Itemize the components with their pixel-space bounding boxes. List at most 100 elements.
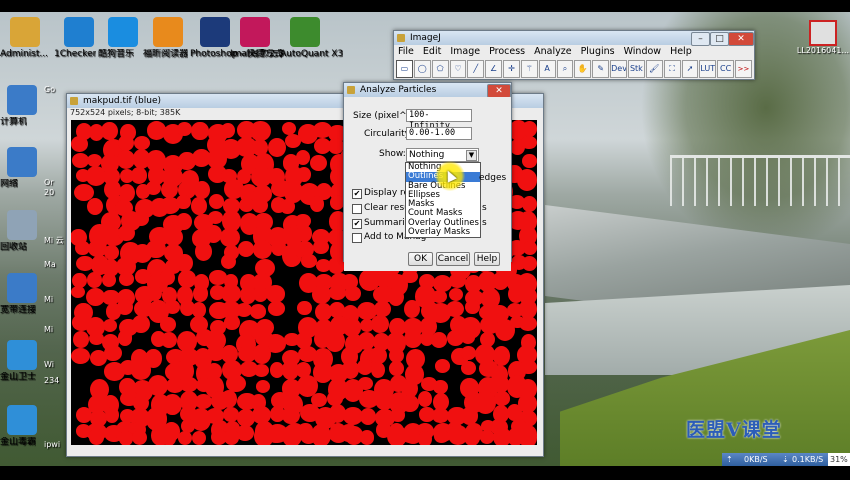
particle-blob [297, 301, 312, 316]
imagej-icon [70, 97, 78, 105]
particle-blob [401, 269, 418, 284]
freehand-tool-icon[interactable]: ♡ [449, 60, 467, 78]
arrow-tool-icon[interactable]: ➚ [681, 60, 699, 78]
shield-icon [7, 340, 37, 370]
particle-blob [253, 344, 271, 365]
imaris-icon [240, 17, 270, 47]
partial-desktop-icon-label[interactable]: 234 [44, 376, 66, 386]
menu-plugins[interactable]: Plugins [581, 46, 615, 57]
particle-blob [71, 135, 88, 152]
desktop-icon[interactable]: 宽带连接 [0, 273, 44, 315]
desktop-icon[interactable]: 酷狗音乐 [98, 17, 148, 59]
desktop-icon[interactable]: Imaris 7.2.3 [230, 17, 284, 59]
angle-tool-icon[interactable]: ∠ [485, 60, 503, 78]
desktop-icon[interactable]: 福昕阅读器 [143, 17, 193, 59]
partial-desktop-icon-label[interactable]: Mi [44, 325, 66, 335]
exclude-edges-fragment: edges [479, 173, 507, 183]
menu-edit[interactable]: Edit [423, 46, 441, 57]
show-option[interactable]: Overlay Masks [406, 227, 480, 237]
oval-tool-icon[interactable]: ◯ [413, 60, 431, 78]
checkbox[interactable]: ✔ [352, 189, 362, 199]
wand-tool-icon[interactable]: ⚚ [520, 60, 538, 78]
cancel-button[interactable]: Cancel [436, 252, 470, 266]
particle-blob [417, 430, 433, 445]
desktop-icon[interactable]: AutoQuant X3 [280, 17, 343, 59]
stk-tool-icon[interactable]: Stk [627, 60, 645, 78]
hand-tool-icon[interactable]: ✋ [574, 60, 592, 78]
particle-blob [250, 304, 267, 319]
menu-analyze[interactable]: Analyze [534, 46, 571, 57]
dialog-titlebar[interactable]: Analyze Particles ✕ [344, 83, 511, 98]
partial-desktop-icon-label[interactable]: Or 20 [44, 178, 66, 198]
desktop-icon[interactable]: 金山卫士 [0, 340, 44, 382]
partial-desktop-icon-label[interactable]: Mi 云 [44, 236, 66, 246]
particle-blob [479, 430, 495, 444]
brush-tool-icon[interactable]: 🖌 [645, 60, 663, 78]
desktop-icon-label: 网络 [0, 179, 19, 189]
size-field[interactable]: 100-Infinity [406, 109, 472, 131]
particle-blob [430, 332, 447, 348]
lut-tool-icon[interactable]: LUT [699, 60, 717, 78]
show-select[interactable]: Nothing ▼ [406, 148, 479, 162]
dropper-tool-icon[interactable]: ✎ [592, 60, 610, 78]
partial-desktop-icon-label[interactable]: ipwi [44, 440, 66, 450]
polygon-tool-icon[interactable]: ⬠ [431, 60, 449, 78]
particle-blob [295, 149, 310, 165]
minimize-button[interactable]: – [691, 32, 710, 46]
checkbox[interactable] [352, 233, 362, 243]
menu-process[interactable]: Process [489, 46, 525, 57]
desktop-icon-ll2016041[interactable]: LL2016041... [796, 20, 850, 55]
particle-blob [237, 241, 255, 257]
imagej-titlebar[interactable]: ImageJ – □ ✕ [394, 31, 754, 46]
point-tool-icon[interactable]: ✛ [503, 60, 520, 78]
foxit-reader-icon [153, 17, 183, 47]
particle-blob [461, 407, 479, 425]
menu-file[interactable]: File [398, 46, 414, 57]
desktop-icon-label: Imaris 7.2.3 [230, 49, 284, 59]
partial-desktop-icon-label[interactable]: Wi [44, 360, 66, 370]
particle-blob [177, 122, 193, 137]
particle-blob [160, 269, 175, 286]
particle-blob [461, 345, 477, 360]
particle-blob [146, 239, 166, 259]
maximize-button[interactable]: □ [710, 32, 729, 46]
desktop-icon[interactable]: 网络 [0, 147, 44, 189]
particle-blob [390, 408, 406, 422]
particle-blob [282, 407, 300, 425]
magnifier-tool-icon[interactable]: ⌕ [556, 60, 574, 78]
particle-blob [344, 286, 361, 302]
particle-blob [176, 194, 191, 210]
fill-tool-icon[interactable]: ⛶ [663, 60, 681, 78]
desktop-icon[interactable]: Administ... [0, 17, 50, 59]
desktop-icon[interactable]: 回收站 [0, 210, 44, 252]
particle-blob [310, 195, 325, 212]
line-tool-icon[interactable]: ╱ [467, 60, 485, 78]
ok-button[interactable]: OK [408, 252, 433, 266]
circularity-field[interactable]: 0.00-1.00 [406, 127, 472, 140]
particle-blob [522, 153, 537, 169]
help-button[interactable]: Help [474, 252, 500, 266]
menu-image[interactable]: Image [450, 46, 480, 57]
menu-help[interactable]: Help [670, 46, 692, 57]
particle-blob [160, 316, 177, 332]
particle-blob [101, 122, 118, 141]
rectangle-tool-icon[interactable]: ▭ [396, 60, 413, 78]
menu-window[interactable]: Window [624, 46, 661, 57]
desktop-icon[interactable]: 计算机 [0, 85, 44, 127]
desktop-icon-label: Administ... [0, 49, 48, 59]
desktop-icon[interactable]: 金山毒霸 [0, 405, 44, 447]
desktop-icon[interactable]: 1Checker [54, 17, 104, 59]
partial-desktop-icon-label[interactable]: Ma [44, 260, 66, 270]
particle-blob [265, 285, 285, 303]
checkbox[interactable] [352, 204, 362, 214]
close-button[interactable]: ✕ [728, 32, 754, 46]
dev-tool-icon[interactable]: Dev [610, 60, 627, 78]
partial-desktop-icon-label[interactable]: Mi [44, 295, 66, 305]
cc-tool-icon[interactable]: CC [717, 60, 735, 78]
more-tools-icon[interactable]: >> [735, 60, 752, 78]
checkbox[interactable]: ✔ [352, 219, 362, 229]
partial-desktop-icon-label[interactable]: Go [44, 85, 66, 95]
particle-blob [370, 361, 385, 378]
dialog-close-button[interactable]: ✕ [487, 84, 511, 98]
text-tool-icon[interactable]: A [538, 60, 556, 78]
